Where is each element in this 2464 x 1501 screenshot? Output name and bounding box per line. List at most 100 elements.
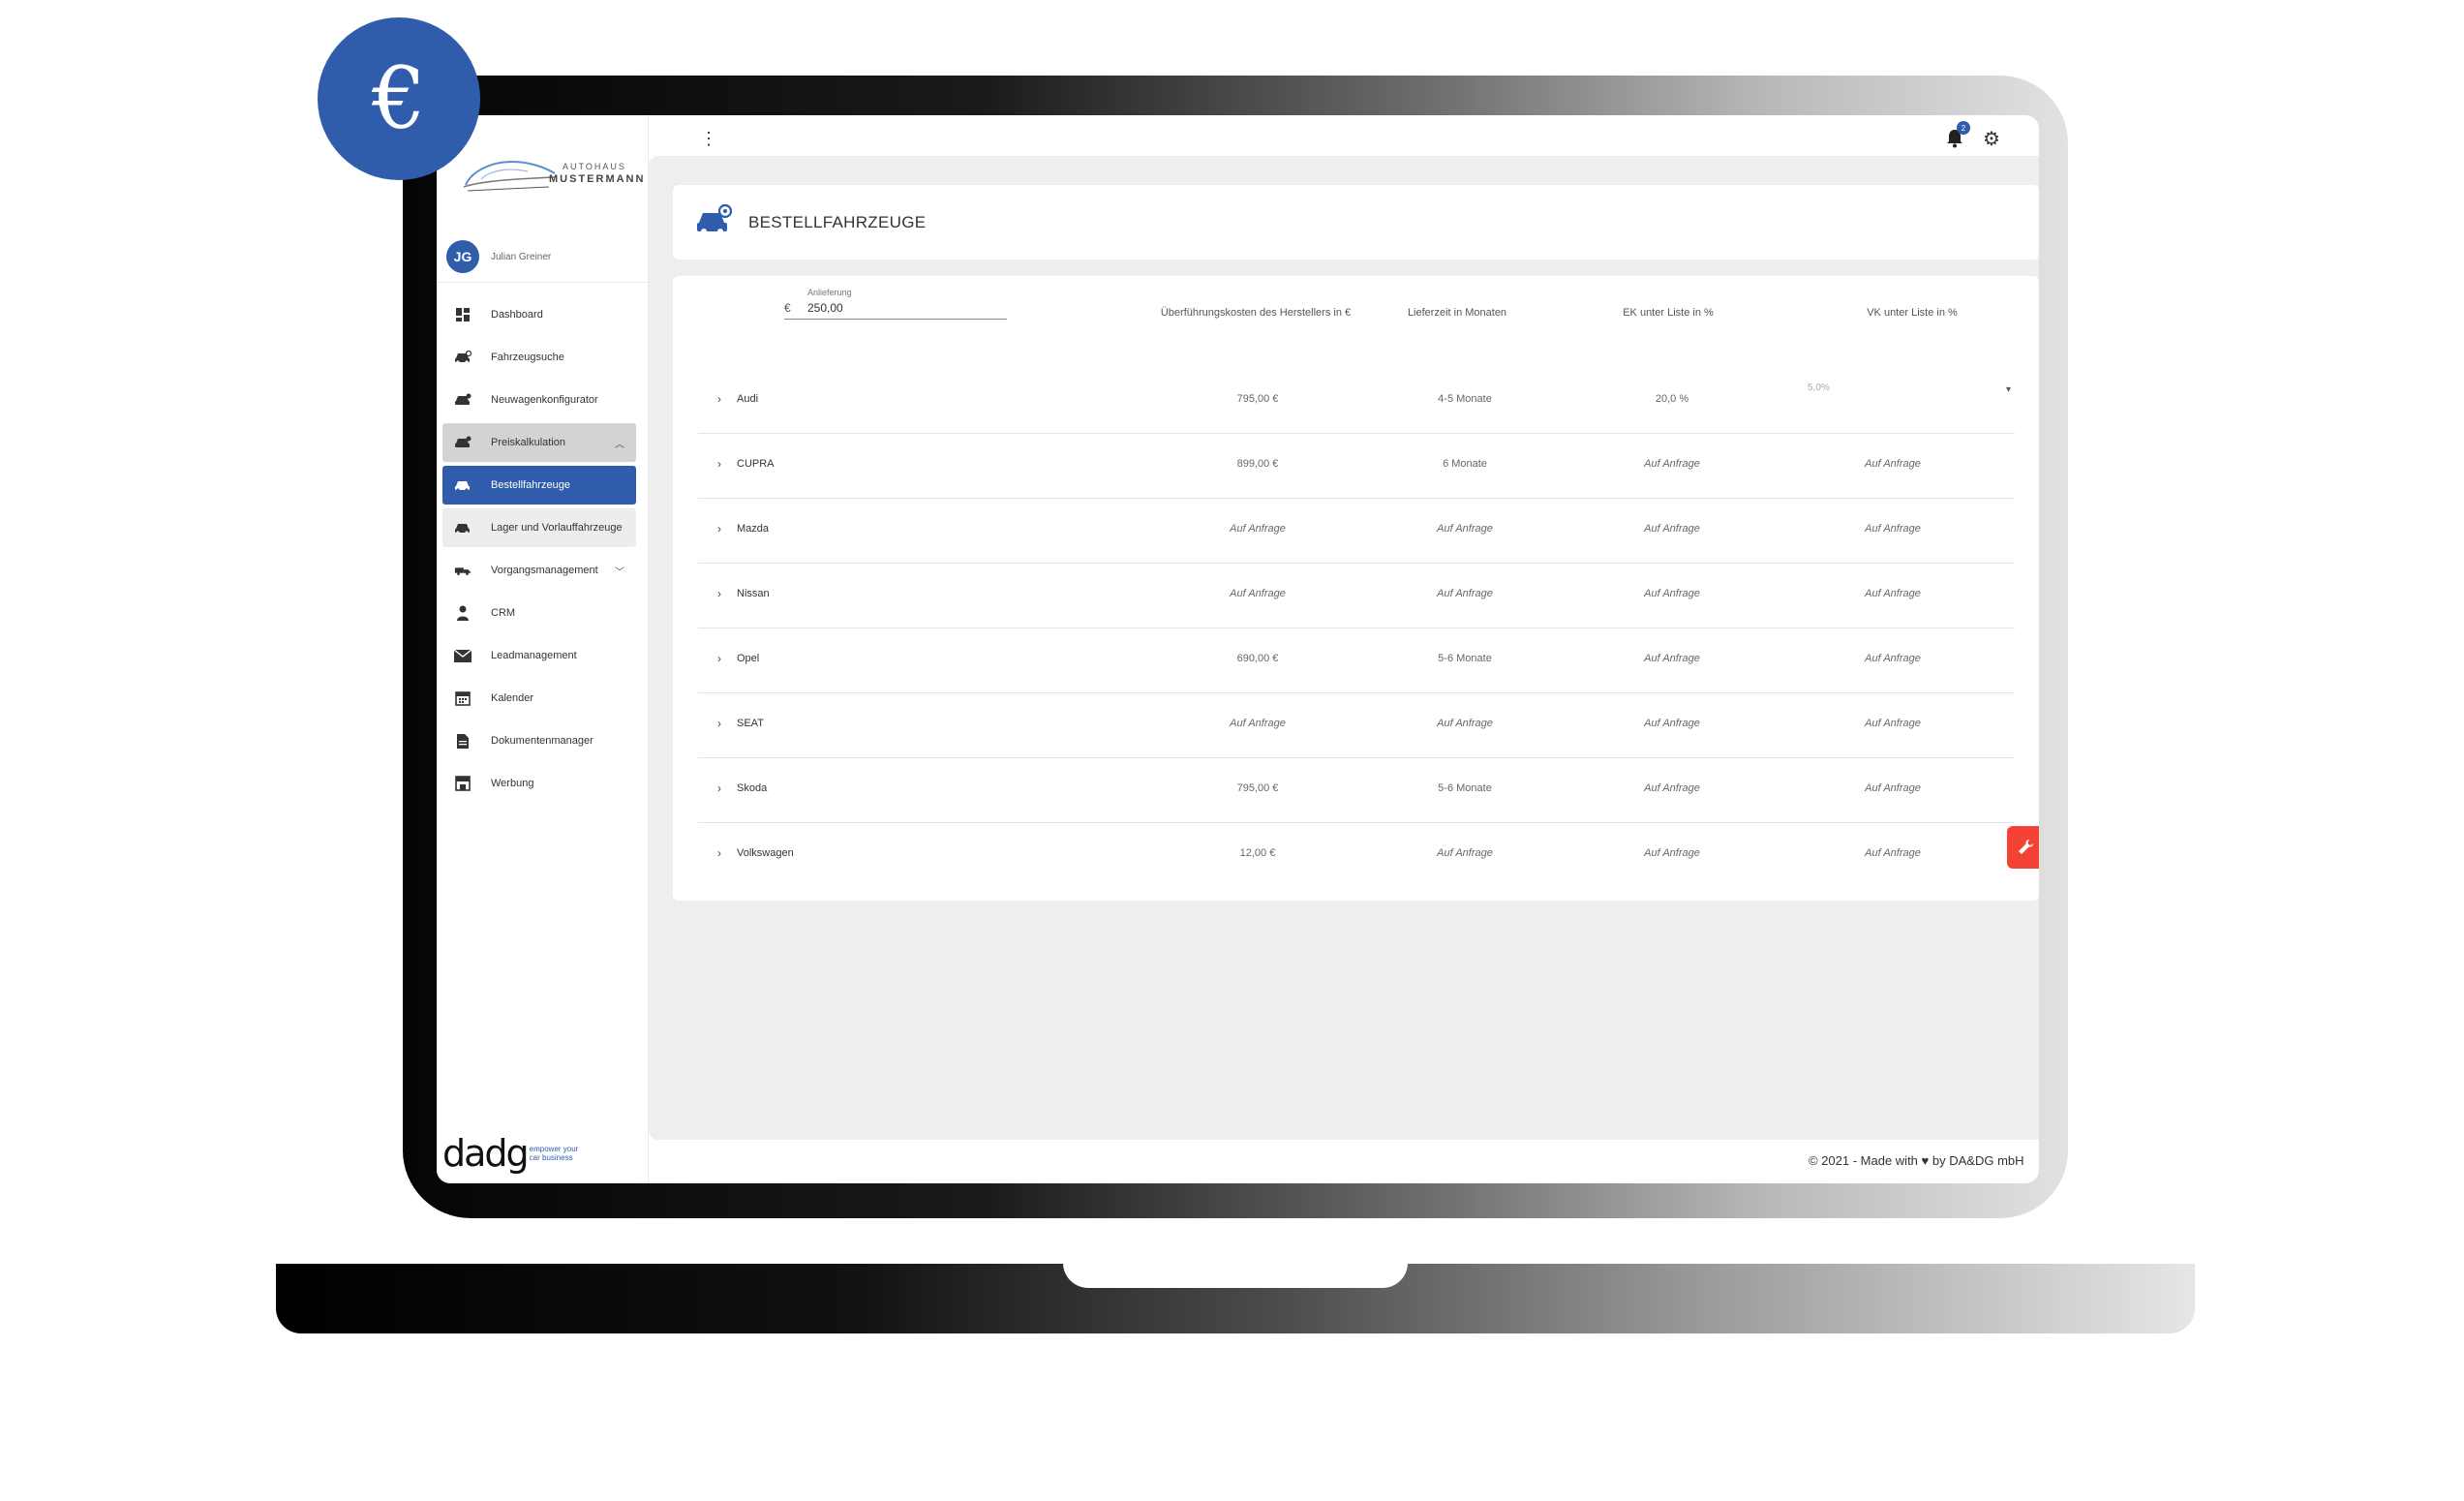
cell-lieferzeit: 5-6 Monate — [1438, 782, 1492, 794]
table-row[interactable]: › Volkswagen 12,00 € Auf Anfrage Auf Anf… — [698, 823, 2015, 887]
cell-ueberfuehrung: 12,00 € — [1239, 847, 1276, 859]
table-row[interactable]: › CUPRA 899,00 € 6 Monate Auf Anfrage Au… — [698, 434, 2015, 499]
brand-name: Opel — [737, 653, 760, 664]
sidebar-item-label: Fahrzeugsuche — [491, 352, 564, 363]
sidebar-item-dashboard[interactable]: Dashboard — [442, 295, 636, 334]
dadg-logo-text: dadg — [442, 1132, 530, 1175]
sidebar-item-fahrzeugsuche[interactable]: Fahrzeugsuche — [442, 338, 636, 377]
table-row[interactable]: › Mazda Auf Anfrage Auf Anfrage Auf Anfr… — [698, 499, 2015, 564]
cell-lieferzeit: Auf Anfrage — [1437, 718, 1493, 729]
person-icon — [454, 604, 472, 622]
cell-ueberfuehrung: Auf Anfrage — [1230, 588, 1286, 599]
table-row[interactable]: › SEAT Auf Anfrage Auf Anfrage Auf Anfra… — [698, 693, 2015, 758]
chevron-right-icon[interactable]: › — [717, 522, 721, 536]
brand-name: CUPRA — [737, 458, 775, 470]
sidebar-item-label: Bestellfahrzeuge — [491, 479, 570, 491]
page-title: BESTELLFAHRZEUGE — [748, 212, 927, 231]
cell-lieferzeit: 4-5 Monate — [1438, 393, 1492, 405]
autohaus-logo[interactable]: AUTOHAUS MUSTERMANN — [462, 152, 643, 199]
caret-down-icon: ▾ — [2005, 384, 2011, 395]
brand-line-2: MUSTERMANN — [549, 173, 646, 185]
user-profile[interactable]: JG Julian Greiner — [446, 239, 640, 274]
calendar-icon — [454, 689, 472, 707]
sidebar-item-label: Vorgangsmanagement — [491, 565, 598, 576]
cell-vk: Auf Anfrage — [1865, 523, 1921, 535]
cell-ek: Auf Anfrage — [1644, 718, 1700, 729]
vk-select[interactable]: 5,0% ▾ — [1808, 383, 2021, 408]
main-content: BESTELLFAHRZEUGE Anlieferung € Überführu… — [649, 156, 2039, 1140]
sidebar-item-label: Neuwagenkonfigurator — [491, 394, 598, 406]
user-name: Julian Greiner — [491, 251, 552, 262]
car-icon — [454, 519, 472, 536]
dashboard-icon — [454, 306, 472, 323]
sidebar-item-lager-vorlauffahrzeuge[interactable]: Lager und Vorlauffahrzeuge — [442, 508, 636, 547]
wrench-fab-button[interactable] — [2007, 826, 2039, 869]
cell-lieferzeit: Auf Anfrage — [1437, 847, 1493, 859]
table-body: › Audi 795,00 € 4-5 Monate 20,0 % 5,0% ▾… — [698, 369, 2015, 887]
table-row[interactable]: › Opel 690,00 € 5-6 Monate Auf Anfrage A… — [698, 628, 2015, 693]
chevron-down-icon: ﹀ — [615, 567, 624, 578]
sidebar-item-kalender[interactable]: Kalender — [442, 679, 636, 718]
cell-ueberfuehrung: 690,00 € — [1236, 653, 1279, 664]
cell-vk: Auf Anfrage — [1865, 458, 1921, 470]
anlieferung-input-row: € — [784, 297, 1007, 320]
cell-lieferzeit: 6 Monate — [1443, 458, 1487, 470]
sidebar-item-preiskalkulation[interactable]: Preiskalkulation ︿ — [442, 423, 636, 462]
wrench-icon — [2019, 840, 2033, 854]
price-table: Anlieferung € Überführungskosten des Her… — [673, 276, 2039, 901]
chevron-right-icon[interactable]: › — [717, 392, 721, 406]
cell-ek: Auf Anfrage — [1644, 458, 1700, 470]
cell-ueberfuehrung: Auf Anfrage — [1230, 718, 1286, 729]
app-screen: AUTOHAUS MUSTERMANN JG Julian Greiner Da… — [437, 115, 2039, 1183]
anlieferung-label: Anlieferung — [807, 288, 852, 297]
column-header-lieferzeit[interactable]: Lieferzeit in Monaten — [1341, 307, 1573, 319]
sidebar-item-vorgangsmanagement[interactable]: Vorgangsmanagement ﹀ — [442, 551, 636, 590]
sidebar-item-neuwagenkonfigurator[interactable]: Neuwagenkonfigurator — [442, 381, 636, 419]
sidebar-item-label: Leadmanagement — [491, 650, 577, 661]
anlieferung-field: Anlieferung € — [784, 288, 1007, 320]
table-row[interactable]: › Skoda 795,00 € 5-6 Monate Auf Anfrage … — [698, 758, 2015, 823]
car-price-icon — [454, 434, 472, 451]
chevron-right-icon[interactable]: › — [717, 457, 721, 471]
table-row[interactable]: › Audi 795,00 € 4-5 Monate 20,0 % 5,0% ▾ — [698, 369, 2015, 434]
chevron-right-icon[interactable]: › — [717, 846, 721, 860]
document-icon — [454, 732, 472, 750]
cell-ek: Auf Anfrage — [1644, 523, 1700, 535]
sidebar-item-dokumentenmanager[interactable]: Dokumentenmanager — [442, 721, 636, 760]
brand-name: Mazda — [737, 523, 770, 535]
sidebar-item-werbung[interactable]: Werbung — [442, 764, 636, 803]
brand-name: Nissan — [737, 588, 770, 599]
heart-icon: ♥ — [1921, 1153, 1930, 1168]
table-row[interactable]: › Nissan Auf Anfrage Auf Anfrage Auf Anf… — [698, 564, 2015, 628]
sidebar-item-bestellfahrzeuge[interactable]: Bestellfahrzeuge — [442, 466, 636, 505]
column-header-ek[interactable]: EK unter Liste in % — [1552, 307, 1784, 319]
cell-ek: 20,0 % — [1655, 393, 1689, 405]
truck-icon — [454, 562, 472, 579]
chevron-right-icon[interactable]: › — [717, 652, 721, 665]
more-menu-icon[interactable]: ⋮ — [700, 129, 717, 149]
sidebar-item-crm[interactable]: CRM — [442, 594, 636, 632]
chevron-right-icon[interactable]: › — [717, 781, 721, 795]
page-header: BESTELLFAHRZEUGE — [673, 185, 2039, 260]
chevron-right-icon[interactable]: › — [717, 717, 721, 730]
column-header-vk[interactable]: VK unter Liste in % — [1796, 307, 2028, 319]
settings-gear-icon[interactable]: ⚙ — [1983, 127, 2000, 151]
sidebar-item-label: Dashboard — [491, 309, 543, 321]
chevron-right-icon[interactable]: › — [717, 587, 721, 600]
cell-vk: Auf Anfrage — [1865, 718, 1921, 729]
cell-ek: Auf Anfrage — [1644, 847, 1700, 859]
column-header-ueberfuehrung[interactable]: Überführungskosten des Herstellers in € — [1140, 307, 1372, 319]
brand-name: SEAT — [737, 718, 764, 729]
brand-name: Skoda — [737, 782, 768, 794]
cell-lieferzeit: Auf Anfrage — [1437, 588, 1493, 599]
cell-ek: Auf Anfrage — [1644, 653, 1700, 664]
cell-lieferzeit: 5-6 Monate — [1438, 653, 1492, 664]
sidebar-nav: Dashboard Fahrzeugsuche Neuwagenkonfigur… — [442, 295, 636, 807]
anlieferung-input[interactable] — [804, 301, 986, 315]
sidebar-item-label: Lager und Vorlauffahrzeuge — [491, 522, 623, 534]
chevron-up-icon: ︿ — [615, 439, 624, 450]
dadg-logo[interactable]: dadg empower your car business — [442, 1132, 636, 1175]
sidebar-item-label: Werbung — [491, 778, 534, 789]
mail-icon — [454, 647, 472, 664]
sidebar-item-leadmanagement[interactable]: Leadmanagement — [442, 636, 636, 675]
